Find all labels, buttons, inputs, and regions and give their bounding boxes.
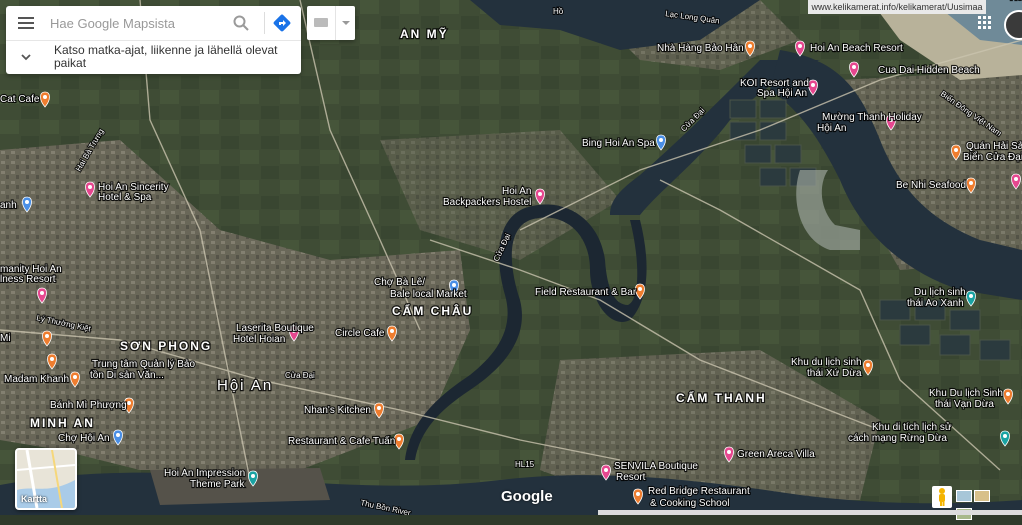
poi-label[interactable]: Mường Thanh Holiday: [821, 111, 923, 124]
poi-label[interactable]: Nhan's Kitchen: [303, 404, 372, 417]
thumb-1[interactable]: [956, 490, 972, 502]
poi-label[interactable]: thái Xứ Dừa: [806, 367, 863, 380]
poi-label[interactable]: Du lịch sinh: [913, 286, 967, 299]
thumb-2[interactable]: [974, 490, 990, 502]
poi-label[interactable]: thái Vạn Dừa: [934, 398, 996, 411]
poi-label[interactable]: Hội An: [816, 122, 848, 135]
poi-label[interactable]: tồn Di sản Văn...: [89, 368, 165, 382]
input-tools-divider: [335, 6, 336, 40]
road-label-hl15: HL15: [515, 460, 535, 469]
apps-grid-icon[interactable]: [978, 16, 992, 30]
poi-label[interactable]: thái Ao Xanh: [906, 297, 965, 310]
poi-label[interactable]: Cat Cafe: [0, 93, 41, 106]
poi-label[interactable]: SENVILA Boutique: [613, 460, 700, 473]
poi-label[interactable]: Hồ: [1009, 0, 1022, 4]
poi-label[interactable]: Hoi An: [501, 185, 533, 198]
url-banner: www.kelikamerat.info/kelikamerat/Uusimaa: [808, 0, 986, 14]
poi-label[interactable]: anh: [0, 199, 18, 212]
area-label-an-my: AN MỸ: [400, 26, 449, 41]
search-icon[interactable]: [232, 14, 250, 32]
poi-label[interactable]: Be Nhi Seafood: [895, 179, 967, 192]
poi-label[interactable]: Chợ Hội An: [57, 432, 111, 445]
poi-label[interactable]: lness Resort: [0, 273, 57, 286]
poi-label[interactable]: Resort: [615, 471, 647, 484]
road-label-cua-dai-2: Cửa Đại: [285, 371, 315, 380]
caret-down-icon[interactable]: [342, 21, 350, 25]
google-logo: Google: [501, 488, 553, 505]
poi-label[interactable]: Spa Hội An: [756, 87, 808, 100]
poi-label[interactable]: Field Restaurant & Bar: [534, 286, 638, 299]
poi-label[interactable]: Quán Hải Sản: [965, 140, 1022, 153]
search-panel: Katso matka-ajat, liikenne ja lähellä ol…: [6, 6, 301, 74]
poi-label[interactable]: Trung tâm Quản lý Bảo: [91, 358, 197, 371]
poi-label[interactable]: Red Bridge Restaurant: [647, 485, 751, 498]
imagery-thumbnails[interactable]: [956, 489, 1004, 520]
poi-label[interactable]: Circle Cafe: [334, 327, 386, 340]
poi-label[interactable]: Nhà Hàng Bảo Hân: [656, 42, 745, 55]
poi-label[interactable]: Bale local Market: [389, 288, 468, 301]
poi-label[interactable]: Backpackers Hostel: [442, 196, 533, 209]
area-label-minh-an: MINH AN: [30, 416, 95, 430]
poi-label[interactable]: Bánh Mì Phượng: [49, 399, 128, 412]
map-layer-toggle[interactable]: Kartta: [15, 448, 77, 510]
satellite-map[interactable]: AN MỸ SƠN PHONG CẨM CHÂU CẨM THANH MINH …: [0, 0, 1022, 515]
area-label-cam-thanh: CẨM THANH: [676, 390, 767, 405]
city-label-hoi-an: Hội An: [217, 377, 273, 394]
road-label-ho: Hồ: [553, 7, 564, 16]
poi-label[interactable]: Biển Cửa Đại: [962, 150, 1022, 164]
poi-label[interactable]: Theme Park: [189, 478, 247, 491]
poi-label[interactable]: Laserita Boutique: [235, 322, 315, 335]
map-layer-label: Kartta: [21, 494, 48, 504]
poi-label[interactable]: Khu du lịch sinh: [790, 356, 863, 369]
search-row: [6, 6, 301, 40]
search-input[interactable]: [50, 14, 220, 32]
poi-label[interactable]: Hotel Hoian: [232, 333, 286, 346]
poi-label[interactable]: Mi: [0, 332, 12, 345]
poi-label[interactable]: & Cooking School: [649, 497, 731, 510]
footer-bar: [598, 510, 1022, 515]
travel-times-toggle[interactable]: Katso matka-ajat, liikenne ja lähellä ol…: [6, 41, 301, 74]
poi-label[interactable]: cách mạng Rừng Dừa: [847, 432, 949, 445]
area-label-cam-chau: CẨM CHÂU: [392, 303, 473, 318]
poi-label[interactable]: Khu Du lịch Sinh: [928, 387, 1004, 400]
input-tools-button[interactable]: [307, 6, 355, 40]
poi-label[interactable]: Green Areca Villa: [736, 448, 816, 461]
poi-label[interactable]: Chợ Bà Lê/: [373, 276, 426, 289]
directions-icon[interactable]: [272, 13, 292, 33]
poi-label[interactable]: Khu di tích lịch sử: [871, 420, 953, 434]
chevron-down-icon: [21, 54, 31, 61]
travel-times-text: Katso matka-ajat, liikenne ja lähellä ol…: [54, 43, 278, 70]
area-label-son-phong: SƠN PHONG: [120, 339, 212, 353]
poi-label[interactable]: Madam Khanh: [3, 373, 70, 386]
poi-label[interactable]: Hotel & Spa: [97, 191, 153, 204]
poi-label[interactable]: Cua Dai Hidden Beach: [877, 64, 981, 77]
pegman-icon[interactable]: [932, 486, 952, 508]
menu-icon[interactable]: [18, 17, 34, 29]
poi-label[interactable]: Bing Hoi An Spa: [581, 137, 656, 150]
poi-label[interactable]: Hoi An Impression: [163, 467, 246, 480]
search-divider: [264, 12, 265, 34]
keyboard-icon: [314, 18, 328, 27]
poi-label[interactable]: Hoi An Beach Resort: [809, 42, 904, 55]
poi-label[interactable]: Restaurant & Cafe Tuấn: [287, 434, 396, 448]
